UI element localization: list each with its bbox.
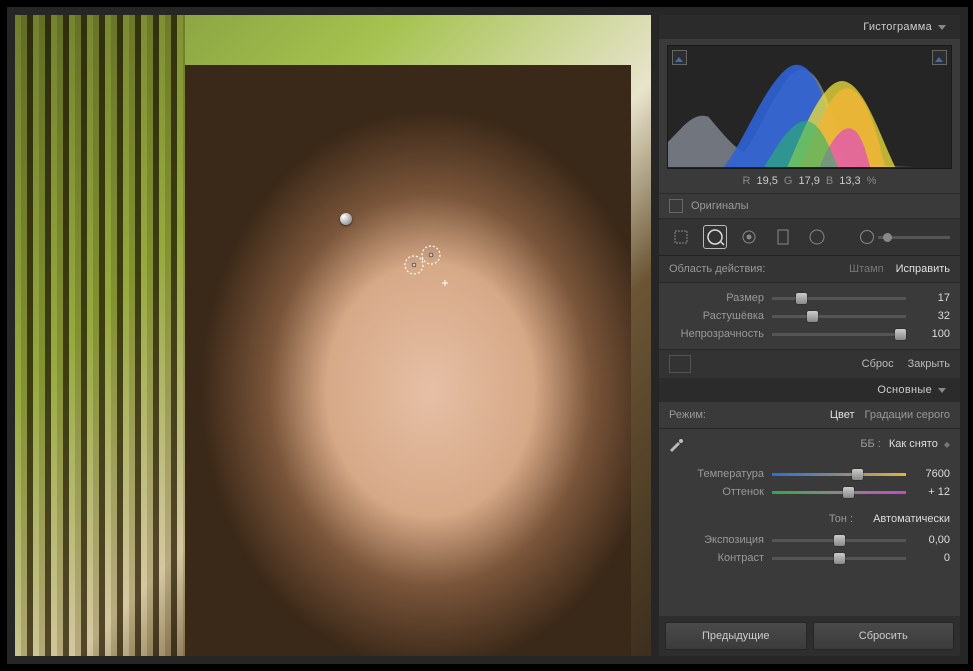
wb-dropdown[interactable]: Как снято◆ <box>889 438 950 450</box>
toggle-pins-icon[interactable] <box>669 355 691 373</box>
collapse-icon <box>938 388 946 393</box>
tone-label: Тон : <box>829 513 853 525</box>
treatment-row: Режим: Цвет Градации серого <box>659 402 960 429</box>
tone-header: Тон : Автоматически <box>659 507 960 531</box>
wb-row: ББ : Как снято◆ <box>659 429 960 459</box>
wb-sliders: Температура 7600 Оттенок + 12 <box>659 459 960 507</box>
right-panel: Гистограмма R19,5 G17,9 B13,3 % Оригинал… <box>659 15 960 656</box>
redeye-tool-icon[interactable] <box>737 225 761 249</box>
basic-header[interactable]: Основные <box>659 378 960 402</box>
brush-size-mini-slider[interactable] <box>839 230 950 244</box>
app-window: Гистограмма R19,5 G17,9 B13,3 % Оригинал… <box>6 6 969 665</box>
treatment-label: Режим: <box>669 409 706 421</box>
size-slider[interactable]: Размер 17 <box>669 289 950 307</box>
treatment-color-option[interactable]: Цвет <box>830 409 855 421</box>
reset-link[interactable]: Сброс <box>862 358 894 370</box>
histogram-header[interactable]: Гистограмма <box>659 15 960 39</box>
previous-button[interactable]: Предыдущие <box>665 622 807 650</box>
brush-circle-icon <box>860 230 874 244</box>
checkbox-icon <box>669 199 683 213</box>
eyedropper-icon[interactable] <box>665 433 687 455</box>
collapse-icon <box>938 25 946 30</box>
histogram[interactable] <box>667 45 952 169</box>
exposure-slider[interactable]: Экспозиция 0,00 <box>669 531 950 549</box>
tool-strip <box>659 219 960 256</box>
wb-label: ББ : <box>860 438 881 450</box>
basic-label: Основные <box>877 384 932 396</box>
rgb-readout: R19,5 G17,9 B13,3 % <box>659 173 960 193</box>
heal-mode-row: Область действия: Штамп Исправить <box>659 256 960 283</box>
heal-footer-row: Сброс Закрыть <box>659 349 960 378</box>
histogram-label: Гистограмма <box>863 21 932 33</box>
photo-placeholder-bark <box>15 15 185 656</box>
auto-tone-button[interactable]: Автоматически <box>873 513 950 525</box>
heal-sliders: Размер 17 Растушёвка 32 Непрозрачность 1… <box>659 283 960 349</box>
originals-label: Оригиналы <box>691 200 749 212</box>
feather-slider[interactable]: Растушёвка 32 <box>669 307 950 325</box>
tone-sliders: Экспозиция 0,00 Контраст 0 <box>659 531 960 573</box>
image-canvas[interactable] <box>15 15 651 656</box>
reset-button[interactable]: Сбросить <box>813 622 955 650</box>
treatment-gray-option[interactable]: Градации серого <box>865 409 951 421</box>
close-link[interactable]: Закрыть <box>908 358 950 370</box>
heal-pin[interactable] <box>340 213 352 225</box>
contrast-slider[interactable]: Контраст 0 <box>669 549 950 567</box>
clone-mode-option[interactable]: Штамп <box>849 263 884 275</box>
temperature-slider[interactable]: Температура 7600 <box>669 465 950 483</box>
tint-slider[interactable]: Оттенок + 12 <box>669 483 950 501</box>
gradient-tool-icon[interactable] <box>771 225 795 249</box>
spot-heal-tool-icon[interactable] <box>703 225 727 249</box>
photo-placeholder-face <box>185 65 631 656</box>
panel-footer: Предыдущие Сбросить <box>659 616 960 656</box>
heal-mode-option[interactable]: Исправить <box>896 263 950 275</box>
opacity-slider[interactable]: Непрозрачность 100 <box>669 325 950 343</box>
radial-tool-icon[interactable] <box>805 225 829 249</box>
crop-tool-icon[interactable] <box>669 225 693 249</box>
originals-checkbox[interactable]: Оригиналы <box>659 193 960 219</box>
heal-mode-label: Область действия: <box>669 263 765 275</box>
